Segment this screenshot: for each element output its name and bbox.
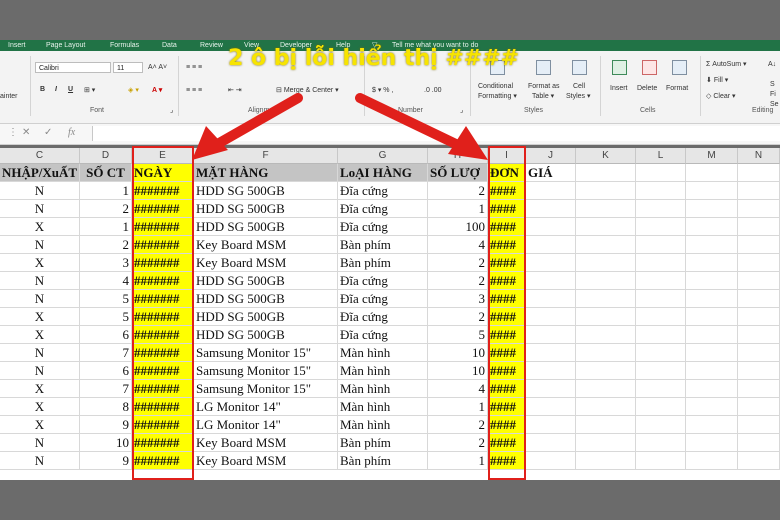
annotation-caption: 2 ô bị lỗi hiển thị #### bbox=[228, 46, 520, 71]
annotation-arrows bbox=[192, 93, 488, 160]
arrow-right-icon bbox=[355, 93, 488, 160]
arrow-left-icon bbox=[192, 93, 303, 160]
